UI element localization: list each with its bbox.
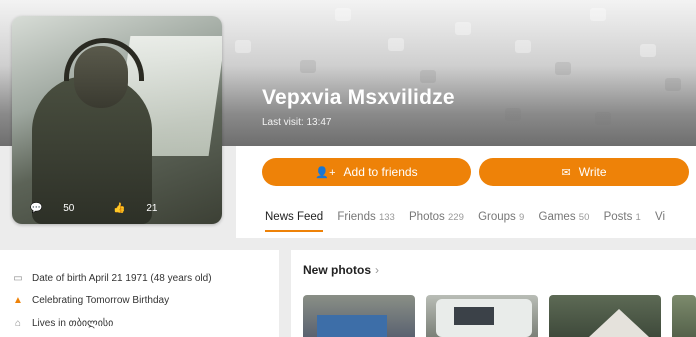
write-label: Write [578, 165, 607, 179]
comments-count: 50 [63, 203, 75, 214]
photo-thumbnail[interactable] [549, 295, 661, 337]
decor-icon [555, 62, 571, 75]
decor-icon [455, 22, 471, 35]
photo-thumbnail[interactable] [672, 295, 696, 337]
decor-icon [640, 44, 656, 57]
photo-thumbnail[interactable] [303, 295, 415, 337]
lives-text[interactable]: Lives in თბილისი [32, 318, 113, 329]
tab-label: News Feed [265, 211, 324, 223]
chevron-right-icon: › [375, 263, 379, 277]
like-icon: 👍 [113, 203, 126, 214]
add-friend-icon: 👤+ [315, 166, 336, 179]
comments-stat[interactable]: 💬 50 [30, 203, 92, 214]
tab-label: Games [538, 211, 576, 223]
birth-text: Date of birth April 21 1971 (48 years ol… [32, 273, 212, 284]
decor-icon [420, 70, 436, 83]
tab-label: Posts [603, 211, 633, 223]
tab-count: 50 [578, 212, 590, 223]
photo-thumbnail-detail [589, 309, 649, 337]
add-to-friends-label: Add to friends [343, 165, 418, 179]
tab-games[interactable]: Games 50 [539, 211, 590, 223]
tab-news-feed[interactable]: News Feed [265, 211, 324, 232]
photo-thumbnail-detail [317, 315, 387, 337]
decor-icon [388, 38, 404, 51]
tab-label: Photos [409, 211, 445, 223]
profile-name: Vepxvia Msxvilidze [262, 86, 455, 109]
photo-thumbnail[interactable] [426, 295, 538, 337]
info-lives: ⌂ Lives in თბილისი [12, 318, 113, 329]
decor-icon [335, 8, 351, 21]
decor-icon [595, 112, 611, 125]
tab-count: 229 [448, 212, 464, 223]
tab-label: Friends [337, 211, 376, 223]
new-photos-header[interactable]: New photos › [303, 263, 379, 277]
decor-icon [590, 8, 606, 21]
tab-groups[interactable]: Groups 9 [478, 211, 524, 223]
comment-icon: 💬 [30, 203, 43, 214]
likes-stat[interactable]: 👍 21 [113, 203, 175, 214]
tab-label: Groups [478, 211, 516, 223]
info-birthday: ▲ Celebrating Tomorrow Birthday [12, 295, 169, 306]
last-visit: Last visit: 13:47 [262, 117, 332, 128]
tab-count: 1 [635, 212, 641, 223]
decor-icon [235, 40, 251, 53]
tab-more[interactable]: Vi [655, 211, 665, 223]
profile-tabs: News Feed Friends 133 Photos 229 Groups … [265, 211, 676, 232]
home-icon: ⌂ [14, 318, 22, 329]
info-birth: ▭ Date of birth April 21 1971 (48 years … [12, 273, 212, 284]
tab-photos[interactable]: Photos 229 [409, 211, 464, 223]
decor-icon [665, 78, 681, 91]
write-button[interactable]: ✉ Write [479, 158, 689, 186]
envelope-icon: ✉ [561, 166, 571, 179]
birthday-text: Celebrating Tomorrow Birthday [32, 295, 170, 306]
likes-count: 21 [146, 203, 158, 214]
decor-icon [505, 108, 521, 121]
avatar[interactable] [12, 16, 222, 224]
decor-icon [300, 60, 316, 73]
tab-posts[interactable]: Posts 1 [604, 211, 641, 223]
photo-thumbnail-detail [454, 307, 494, 325]
cake-icon: ▲ [13, 295, 23, 306]
calendar-icon: ▭ [13, 273, 23, 284]
tab-label: Vi [655, 211, 666, 223]
add-to-friends-button[interactable]: 👤+ Add to friends [262, 158, 471, 186]
tab-count: 9 [519, 212, 525, 223]
decor-icon [515, 40, 531, 53]
tab-count: 133 [378, 212, 395, 223]
new-photos-title: New photos [303, 263, 371, 277]
tab-friends[interactable]: Friends 133 [337, 211, 394, 223]
photo-stats: 💬 50 👍 21 [30, 203, 194, 214]
